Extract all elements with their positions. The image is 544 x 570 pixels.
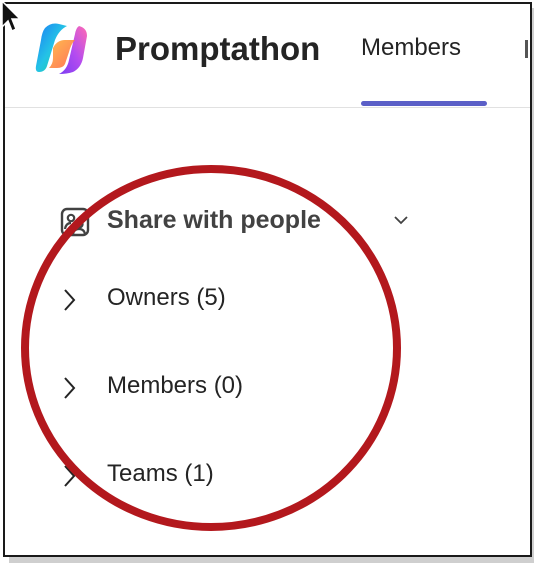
mouse-cursor-icon: [1, 0, 22, 33]
group-teams[interactable]: Teams (1): [61, 458, 381, 498]
copilot-logo-icon: [35, 23, 87, 74]
chevron-down-icon[interactable]: [393, 214, 409, 226]
app-window: Promptathon Members Share with people Ow…: [3, 2, 532, 557]
next-tab-partial[interactable]: [525, 40, 528, 58]
app-title: Promptathon: [115, 30, 321, 67]
group-label: Owners (5): [107, 284, 226, 311]
tab-members[interactable]: Members: [361, 34, 461, 62]
people-share-icon: [60, 207, 90, 237]
chevron-right-icon: [64, 289, 76, 311]
chevron-right-icon: [64, 465, 76, 487]
app-header: Promptathon Members: [5, 4, 530, 108]
active-tab-indicator: [361, 101, 487, 106]
share-with-people-header[interactable]: Share with people: [60, 204, 420, 244]
group-members[interactable]: Members (0): [61, 370, 381, 410]
group-owners[interactable]: Owners (5): [61, 282, 381, 322]
chevron-right-icon: [64, 377, 76, 399]
group-label: Members (0): [107, 372, 244, 399]
group-label: Teams (1): [107, 460, 214, 487]
share-with-people-label: Share with people: [107, 206, 321, 234]
